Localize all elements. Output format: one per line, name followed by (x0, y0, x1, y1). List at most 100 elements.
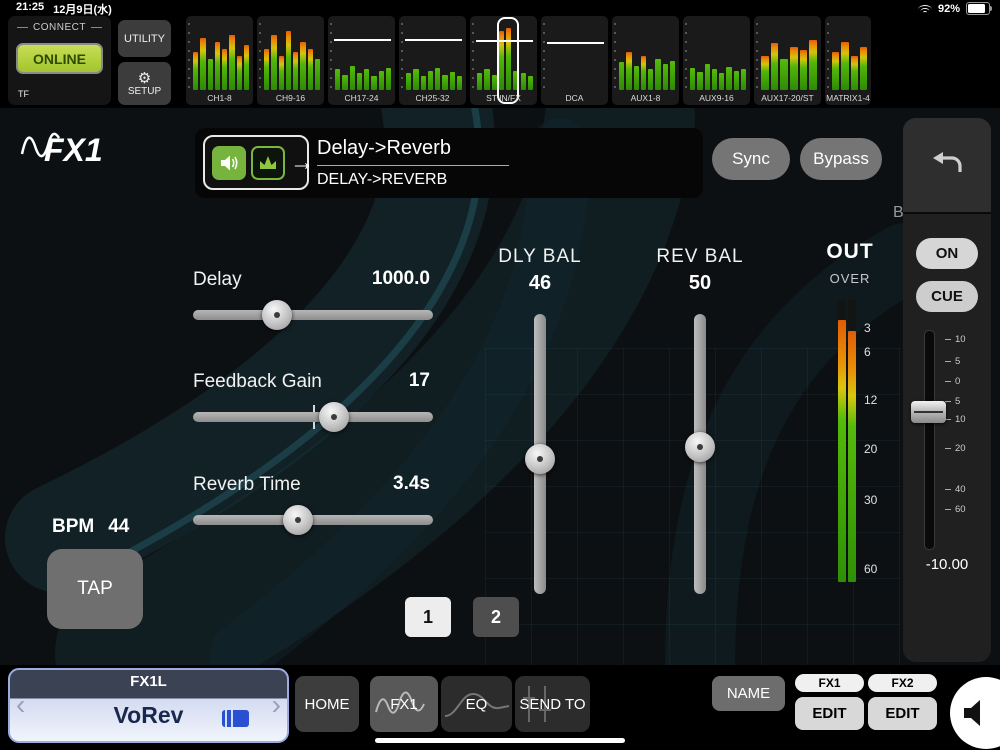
meter-strip-ch1-8[interactable]: CH1-8 (186, 16, 253, 105)
meter-strip-aux9-16[interactable]: AUX9-16 (683, 16, 750, 105)
cue-button[interactable]: CUE (916, 281, 978, 312)
meter-bar (520, 73, 526, 90)
fader-position-line (547, 41, 604, 44)
online-button[interactable]: ONLINE (16, 43, 103, 74)
meter-strip-aux1-8[interactable]: AUX1-8 (612, 16, 679, 105)
setup-button[interactable]: ⚙ SETUP (118, 62, 171, 105)
fader-value: -10.00 (925, 556, 969, 573)
meter-bar (841, 41, 849, 90)
feedback-gain-slider[interactable] (193, 402, 433, 432)
delay-slider[interactable] (193, 300, 433, 330)
meter-bar (335, 69, 341, 90)
meter-strip-label: CH1-8 (207, 93, 232, 103)
meter-bar (640, 55, 646, 90)
meter-bar (243, 45, 249, 90)
meter-bar (435, 67, 441, 90)
dly-bal-slider[interactable] (525, 314, 555, 594)
meter-bar (697, 72, 703, 90)
meter-strip-ch17-24[interactable]: CH17-24 (328, 16, 395, 105)
meter-bars (264, 21, 320, 90)
meter-bar (314, 58, 320, 90)
meter-bar (780, 58, 789, 90)
name-button[interactable]: NAME (712, 676, 785, 711)
meter-strip-aux17-20-st[interactable]: AUX17-20/ST (754, 16, 821, 105)
reverb-time-slider-knob[interactable] (283, 505, 314, 535)
edit-button-fx1[interactable]: EDIT (795, 697, 864, 730)
battery-percent: 92% (937, 2, 960, 15)
meter-strip-label: AUX9-16 (699, 93, 734, 103)
meter-strip-ch9-16[interactable]: CH9-16 (257, 16, 324, 105)
meter-bar (790, 47, 798, 90)
channel-strip-panel: ON CUE 10 5 0 5 10 20 40 60 -10.00 (903, 118, 991, 662)
tab-fx1[interactable]: FX1 (370, 676, 438, 732)
meter-bar (271, 34, 277, 90)
page-button-1[interactable]: 1 (405, 597, 451, 637)
tab-label: EQ (465, 695, 488, 713)
fader-position-line (405, 38, 462, 41)
meter-bar (850, 55, 858, 90)
rev-bal-slider-knob[interactable] (685, 431, 715, 462)
tap-button[interactable]: TAP (47, 549, 143, 629)
meter-bar (859, 47, 867, 90)
tab-eq[interactable]: EQ (441, 676, 512, 732)
connect-title: CONNECT (8, 22, 111, 33)
sync-button[interactable]: Sync (712, 138, 790, 180)
effect-type-button[interactable]: → (203, 135, 314, 190)
delay-slider-track[interactable] (193, 310, 433, 320)
meter-bar (427, 70, 433, 90)
meter-bar (484, 69, 490, 90)
tap-bpm-label: BPM (52, 516, 95, 537)
meter-strip-ch25-32[interactable]: CH25-32 (399, 16, 466, 105)
utility-button[interactable]: UTILITY (118, 20, 171, 57)
page-button-2[interactable]: 2 (473, 597, 519, 637)
out-scale-mark: 3 (864, 321, 871, 336)
edit-button-fx2[interactable]: EDIT (868, 697, 937, 730)
dly-bal-slider-knob[interactable] (525, 444, 555, 474)
meter-bar (229, 34, 235, 90)
meter-strip-label: CH25-32 (415, 93, 450, 103)
feedback-gain-slider-track[interactable] (193, 412, 433, 422)
delay-value: 1000.0 (371, 268, 430, 289)
tab-send-to[interactable]: SEND TO (515, 676, 590, 732)
meter-strip-matrix1-4[interactable]: MATRIX1-4 (825, 16, 871, 105)
delay-label: Delay (193, 269, 242, 290)
reverb-time-slider[interactable] (193, 505, 433, 535)
fader-track[interactable] (924, 330, 935, 550)
meter-bar (442, 74, 448, 90)
meter-strip-dca[interactable]: DCA (541, 16, 608, 105)
rev-bal-label: REV BAL (656, 246, 744, 267)
home-button[interactable]: HOME (295, 676, 359, 732)
meter-bar (413, 69, 419, 90)
meter-bars (761, 21, 818, 90)
meter-strip-label: AUX1-8 (630, 93, 661, 103)
out-meter (838, 300, 856, 582)
speaker-icon (964, 700, 980, 726)
on-button[interactable]: ON (916, 238, 978, 269)
back-button[interactable] (903, 118, 991, 214)
meter-strip-label: MATRIX1-4 (826, 93, 870, 103)
rev-bal-value: 50 (688, 272, 712, 294)
delay-slider-knob[interactable] (262, 300, 293, 330)
meter-strip-label: ST IN/FX (486, 93, 521, 103)
home-indicator[interactable] (375, 738, 625, 743)
status-bar-right: 92% (918, 2, 992, 15)
meter-bar (761, 55, 769, 90)
meter-bars (406, 21, 462, 90)
bypass-button[interactable]: Bypass (800, 138, 882, 180)
bottom-bar: ‹ › FX1L VoRev HOME FX1 EQ SEND TO NAME FX… (0, 665, 1000, 750)
reverb-icon (251, 145, 285, 180)
fader-cap[interactable] (911, 400, 946, 423)
out-meter-scale: 3 6 12 20 30 60 (864, 300, 888, 582)
speaker-mute-button[interactable] (950, 677, 1000, 749)
meter-bar (619, 62, 625, 90)
channel-select-box[interactable]: ‹ › FX1L VoRev (8, 668, 289, 743)
meter-bars (832, 21, 867, 90)
meter-bar (342, 74, 348, 90)
feedback-gain-slider-knob[interactable] (319, 402, 349, 432)
connect-panel: CONNECT ONLINE TF (8, 16, 111, 105)
meter-bar (491, 74, 497, 90)
out-scale-mark: 60 (864, 562, 878, 577)
meter-strip-st-in-fx[interactable]: ST IN/FX (470, 16, 537, 105)
meter-bar (726, 66, 732, 90)
rev-bal-slider[interactable] (685, 314, 715, 594)
